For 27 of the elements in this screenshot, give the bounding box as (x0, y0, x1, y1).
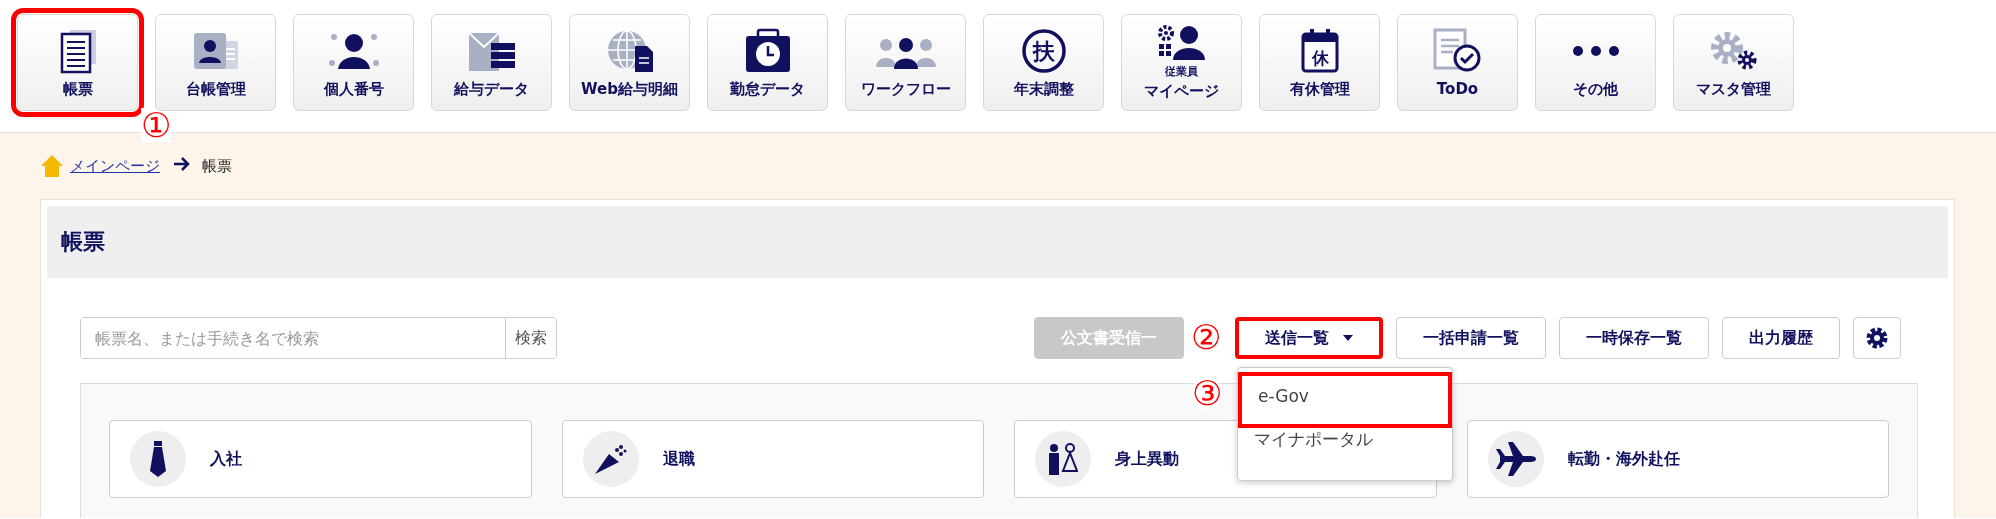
category-card[interactable]: 転勤・海外赴任 (1466, 420, 1889, 498)
category-card[interactable]: 退職 (561, 420, 984, 498)
step-number: ① (141, 108, 172, 142)
toolbar-button[interactable]: 出力履歴 (1722, 317, 1840, 359)
toolbar-button[interactable]: ワークフロー (845, 14, 966, 111)
breadcrumb-link[interactable]: メインページ (70, 156, 160, 176)
search-button[interactable]: 検索 (505, 318, 556, 358)
toolbar-button[interactable]: 個人番号 (293, 14, 414, 111)
toolbar-button[interactable]: 扶 年末調整 (983, 14, 1104, 111)
toolbar-button[interactable]: 台帳管理 (155, 14, 276, 111)
toolbar-button[interactable]: 従業員 マイページ (1121, 14, 1242, 111)
toolbar-button[interactable]: 一時保存一覧 (1559, 317, 1709, 359)
toolbar-button[interactable]: その他 (1535, 14, 1656, 111)
toolbar-button[interactable]: 休 有休管理 (1259, 14, 1380, 111)
circled-character-icon: 扶 (1020, 28, 1067, 75)
category-card[interactable]: 入社 (109, 420, 532, 498)
page-title: 帳票 (61, 228, 105, 256)
toolbar-button[interactable]: Web給与明細 (569, 14, 690, 111)
toolbar-button[interactable]: 勤怠データ (707, 14, 828, 111)
toolbar-button[interactable]: ToDo (1397, 14, 1518, 111)
breadcrumb-current: 帳票 (202, 156, 232, 176)
menu-item[interactable]: e-Gov (1238, 372, 1452, 428)
toolbar-button[interactable]: 一括申請一覧 (1396, 317, 1546, 359)
toolbar-button[interactable]: マスタ管理 (1673, 14, 1794, 111)
dropdown-button[interactable]: 送信一覧 (1235, 317, 1383, 359)
toolbar-button[interactable]: 給与データ (431, 14, 552, 111)
search-field[interactable]: 帳票名、または手続き名で検索 検索 (80, 317, 557, 359)
